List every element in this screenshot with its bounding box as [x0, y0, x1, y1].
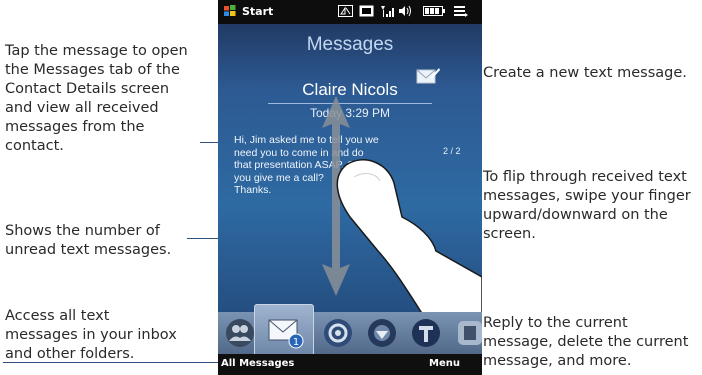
- callout-line-text: unread text messages.: [5, 242, 172, 258]
- callout-line-text: Contact Details screen: [5, 81, 170, 97]
- menu-softkey[interactable]: Menu: [429, 358, 460, 369]
- unread-badge: 1: [293, 337, 299, 348]
- callout-line-text: screen.: [483, 226, 536, 242]
- all-messages-softkey[interactable]: All Messages: [221, 358, 294, 369]
- people-icon: [226, 319, 254, 347]
- callout-line-text: To flip through received text: [483, 169, 687, 185]
- callout-line-text: Reply to the current: [483, 315, 628, 331]
- callout-line-text: Create a new text message.: [483, 65, 687, 81]
- callout-line-text: Tap the message to open: [5, 43, 188, 59]
- callout-reply: Reply to the current message, delete the…: [483, 314, 698, 371]
- envelope-icon: 1: [268, 319, 304, 349]
- finger-icon: [336, 159, 482, 335]
- callout-unread-count: Shows the number of unread text messages…: [5, 222, 210, 260]
- callout-line-text: and view all received: [5, 100, 159, 116]
- callout-line-text: message, delete the current: [483, 334, 689, 350]
- callout-line-access-all: [3, 362, 225, 363]
- callout-line-text: Shows the number of: [5, 223, 160, 239]
- callout-access-all: Access all text messages in your inbox a…: [5, 307, 210, 364]
- menu-lines-icon[interactable]: [454, 5, 468, 17]
- callout-line-text: message, and more.: [483, 353, 632, 369]
- signal-icon: [381, 6, 394, 17]
- tab-messages[interactable]: 1: [254, 304, 314, 356]
- tab-email[interactable]: [322, 317, 354, 349]
- tab-people[interactable]: [224, 317, 256, 349]
- softkey-bar: All Messages Menu: [218, 354, 482, 375]
- callout-new-message: Create a new text message.: [483, 64, 698, 83]
- tab-strip: 1: [218, 304, 482, 356]
- tab-internet[interactable]: [366, 317, 398, 349]
- partial-tab-icon: [458, 321, 482, 345]
- internet-icon: [368, 319, 396, 347]
- 3g-icon: [359, 5, 374, 17]
- data-icon: [338, 5, 353, 17]
- tab-more[interactable]: [454, 317, 482, 349]
- start-label[interactable]: Start: [242, 5, 273, 18]
- status-bar: Start: [218, 0, 482, 24]
- speaker-icon: [399, 5, 411, 17]
- callout-line-text: Access all text: [5, 308, 110, 324]
- windows-logo-icon[interactable]: [224, 5, 236, 17]
- callout-line-text: upward/downward on the: [483, 207, 668, 223]
- callout-line-text: messages in your inbox: [5, 327, 177, 343]
- callout-line-text: messages from the: [5, 119, 145, 135]
- callout-flip: To flip through received text messages, …: [483, 168, 698, 244]
- email-at-icon: [324, 319, 352, 347]
- callout-open-message: Tap the message to open the Messages tab…: [5, 42, 210, 156]
- callout-line-text: messages, swipe your finger: [483, 188, 691, 204]
- carrier-t-icon: [412, 319, 440, 347]
- callout-line-text: the Messages tab of the: [5, 62, 180, 78]
- phone-screen: Start Messages Claire Nicols Today 3:29 …: [218, 0, 482, 375]
- screen-title: Messages: [306, 34, 394, 55]
- battery-icon: [423, 6, 445, 16]
- callout-line-text: contact.: [5, 138, 64, 154]
- tab-carrier[interactable]: [410, 317, 442, 349]
